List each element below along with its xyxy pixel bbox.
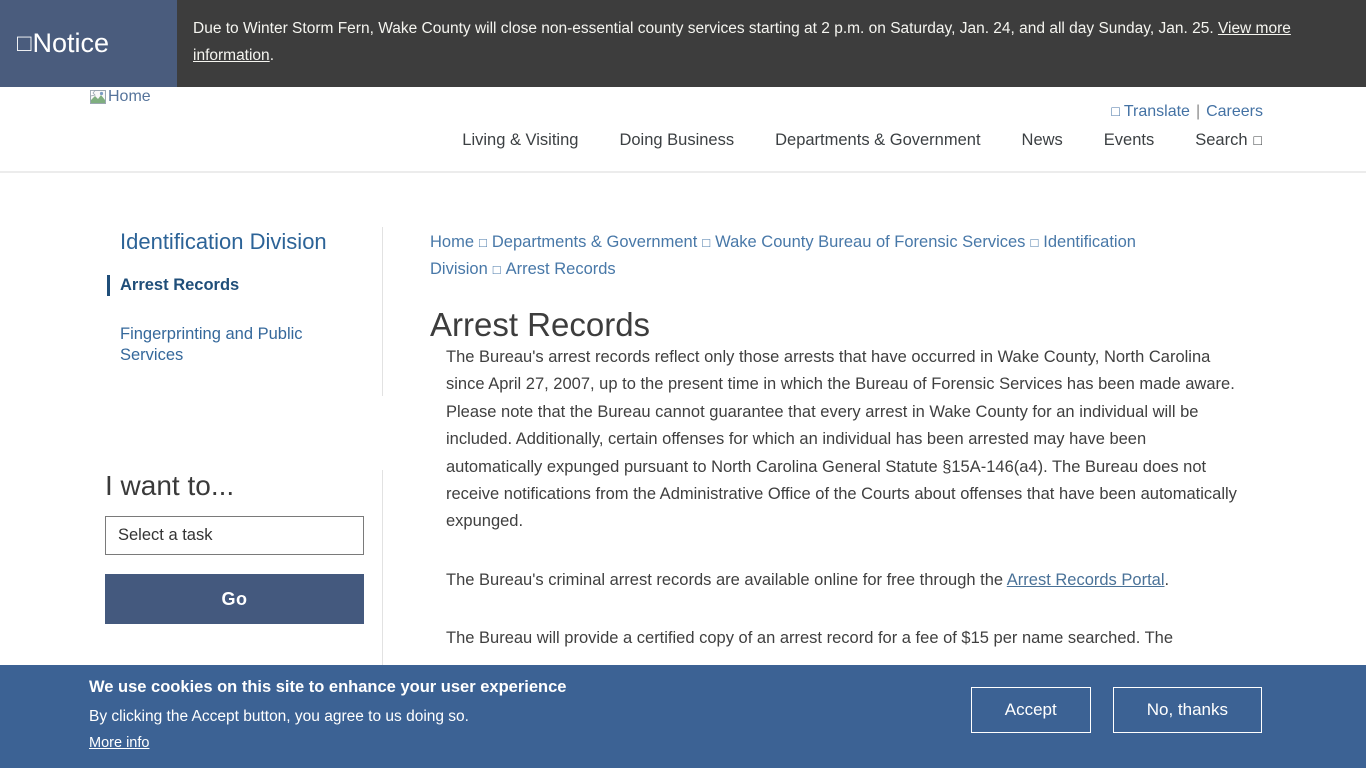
home-logo-link[interactable]: Home — [90, 88, 151, 106]
breadcrumb-separator-icon: □ — [488, 262, 506, 277]
careers-link[interactable]: Careers — [1206, 103, 1263, 120]
careers-label: Careers — [1206, 103, 1263, 120]
paragraph-2-text: The Bureau's criminal arrest records are… — [446, 571, 1007, 589]
cookie-buttons: Accept No, thanks — [971, 687, 1262, 733]
breadcrumb-home[interactable]: Home — [430, 233, 474, 251]
sidebar: Identification Division Arrest Records F… — [105, 173, 383, 670]
i-want-to-title: I want to... — [105, 470, 364, 502]
cookie-text-block: We use cookies on this site to enhance y… — [89, 678, 566, 752]
breadcrumb-arrest-records[interactable]: Arrest Records — [506, 260, 616, 278]
nav-living-visiting[interactable]: Living & Visiting — [462, 131, 578, 150]
task-select-value: Select a task — [118, 526, 212, 545]
cookie-consent-banner: We use cookies on this site to enhance y… — [0, 665, 1366, 768]
utility-separator: | — [1190, 103, 1206, 120]
breadcrumb-departments[interactable]: Departments & Government — [492, 233, 697, 251]
site-header: Home □ Translate|Careers Living & Visitin… — [0, 87, 1366, 173]
translate-label: Translate — [1124, 103, 1190, 120]
broken-image-icon — [90, 90, 107, 105]
nav-departments-government[interactable]: Departments & Government — [775, 131, 980, 150]
nav-events[interactable]: Events — [1104, 131, 1154, 150]
paragraph-3: The Bureau will provide a certified copy… — [446, 625, 1238, 652]
task-select[interactable]: Select a task — [105, 516, 364, 555]
cookie-body: By clicking the Accept button, you agree… — [89, 708, 566, 726]
logo-alt-text: Home — [108, 88, 151, 106]
article-body: The Bureau's arrest records reflect only… — [430, 344, 1242, 653]
search-label: Search — [1195, 131, 1247, 149]
no-thanks-button[interactable]: No, thanks — [1113, 687, 1262, 733]
notice-label-text: Notice — [33, 28, 110, 59]
nav-search[interactable]: Search □ — [1195, 131, 1262, 150]
paragraph-1: The Bureau's arrest records reflect only… — [446, 344, 1238, 536]
arrest-records-portal-link[interactable]: Arrest Records Portal — [1007, 571, 1165, 589]
nav-doing-business[interactable]: Doing Business — [619, 131, 734, 150]
paragraph-2-period: . — [1165, 571, 1170, 589]
main-nav: Living & Visiting Doing Business Departm… — [462, 131, 1262, 150]
page-body: Identification Division Arrest Records F… — [0, 173, 1366, 670]
notice-message-text: Due to Winter Storm Fern, Wake County wi… — [193, 20, 1218, 37]
notice-message: Due to Winter Storm Fern, Wake County wi… — [177, 0, 1366, 87]
page-title: Arrest Records — [430, 306, 1242, 344]
translate-link[interactable]: □ Translate — [1111, 103, 1190, 120]
globe-icon: □ — [1111, 103, 1119, 119]
cookie-title: We use cookies on this site to enhance y… — [89, 678, 566, 697]
search-icon: □ — [1254, 132, 1262, 148]
notice-banner: □Notice Due to Winter Storm Fern, Wake C… — [0, 0, 1366, 87]
breadcrumb-separator-icon: □ — [1025, 235, 1043, 250]
breadcrumb-separator-icon: □ — [474, 235, 492, 250]
accept-button[interactable]: Accept — [971, 687, 1091, 733]
i-want-to-widget: I want to... Select a task Go — [105, 470, 383, 670]
breadcrumb-separator-icon: □ — [697, 235, 715, 250]
nav-news[interactable]: News — [1022, 131, 1063, 150]
alert-icon: □ — [17, 30, 32, 58]
go-button[interactable]: Go — [105, 574, 364, 624]
sidebar-section-nav: Identification Division Arrest Records F… — [105, 227, 383, 396]
sidebar-section-title: Identification Division — [120, 229, 362, 255]
main-content: Home□Departments & Government□Wake Count… — [430, 173, 1242, 653]
utility-nav: □ Translate|Careers — [1111, 103, 1263, 121]
sidebar-item-arrest-records[interactable]: Arrest Records — [107, 275, 362, 296]
notice-label: □Notice — [0, 0, 177, 87]
breadcrumb-forensic-services[interactable]: Wake County Bureau of Forensic Services — [715, 233, 1025, 251]
breadcrumb: Home□Departments & Government□Wake Count… — [430, 229, 1150, 283]
paragraph-2: The Bureau's criminal arrest records are… — [446, 567, 1238, 594]
notice-message-period: . — [270, 47, 274, 64]
more-info-link[interactable]: More info — [89, 735, 149, 751]
sidebar-item-fingerprinting[interactable]: Fingerprinting and Public Services — [120, 324, 362, 366]
